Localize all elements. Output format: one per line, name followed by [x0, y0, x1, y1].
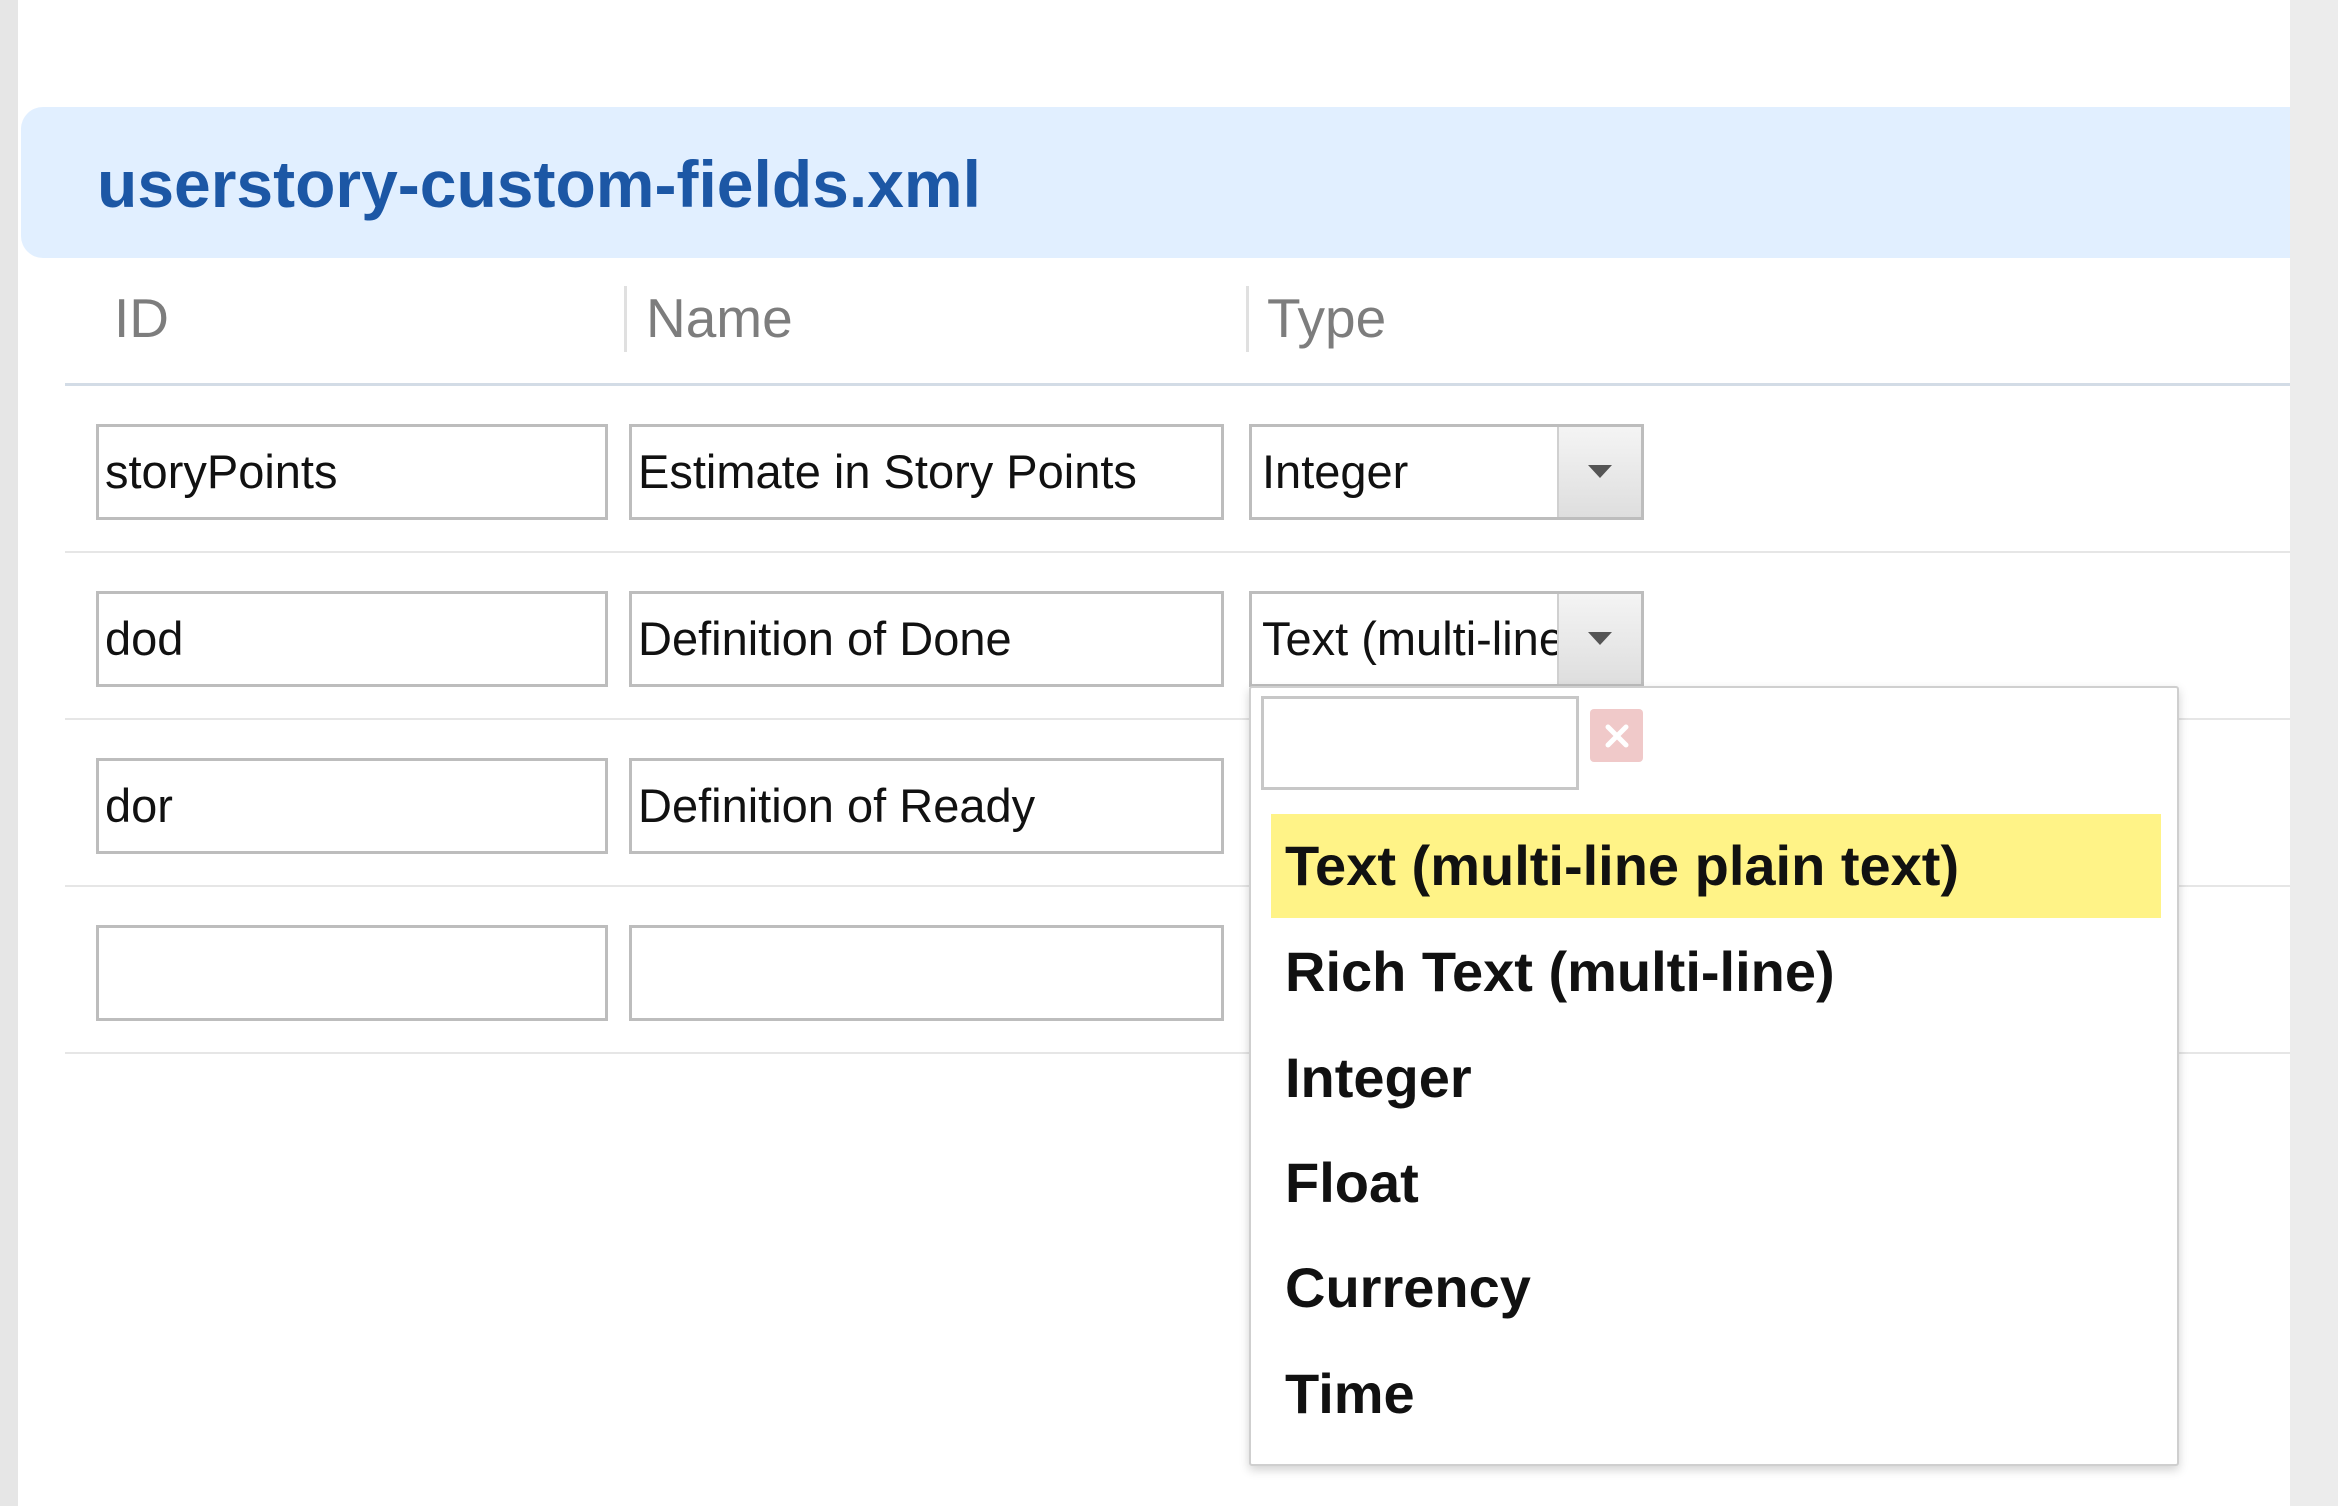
close-icon	[1605, 724, 1628, 747]
id-field[interactable]: dod	[96, 591, 608, 687]
id-field[interactable]	[96, 925, 608, 1021]
type-select[interactable]: Text (multi-line	[1249, 591, 1644, 687]
type-select-toggle[interactable]	[1557, 594, 1641, 684]
name-field[interactable]: Definition of Ready	[629, 758, 1224, 854]
header-divider	[65, 383, 2290, 386]
triangle-down-icon	[1588, 465, 1612, 478]
column-header-id: ID	[114, 287, 169, 349]
dropdown-option[interactable]: Time	[1271, 1342, 2161, 1446]
window-left-edge	[0, 0, 18, 1506]
type-select-toggle[interactable]	[1557, 427, 1641, 517]
window-right-edge	[2290, 0, 2338, 1506]
column-header-type: Type	[1267, 287, 1387, 349]
column-header-name: Name	[646, 287, 793, 349]
dropdown-option[interactable]: Text (multi-line plain text)	[1271, 814, 2161, 918]
column-separator	[624, 286, 627, 352]
dropdown-option[interactable]: Rich Text (multi-line)	[1271, 920, 2161, 1024]
name-field[interactable]: Estimate in Story Points	[629, 424, 1224, 520]
panel-title: userstory-custom-fields.xml	[97, 147, 981, 221]
dropdown-option[interactable]: Float	[1271, 1131, 2161, 1235]
clear-search-button[interactable]	[1590, 709, 1643, 762]
column-separator	[1246, 286, 1249, 352]
name-field[interactable]	[629, 925, 1224, 1021]
type-dropdown: Text (multi-line plain text) Rich Text (…	[1249, 686, 2179, 1466]
type-select[interactable]: Integer	[1249, 424, 1644, 520]
type-select-value: Integer	[1262, 445, 1409, 498]
triangle-down-icon	[1588, 632, 1612, 645]
name-field[interactable]: Definition of Done	[629, 591, 1224, 687]
dropdown-option[interactable]: Integer	[1271, 1026, 2161, 1130]
row-divider	[65, 551, 2290, 553]
id-field[interactable]: dor	[96, 758, 608, 854]
dropdown-option[interactable]: Currency	[1271, 1236, 2161, 1340]
dropdown-search-input[interactable]	[1261, 696, 1579, 790]
id-field[interactable]: storyPoints	[96, 424, 608, 520]
type-select-value: Text (multi-line	[1262, 612, 1560, 665]
